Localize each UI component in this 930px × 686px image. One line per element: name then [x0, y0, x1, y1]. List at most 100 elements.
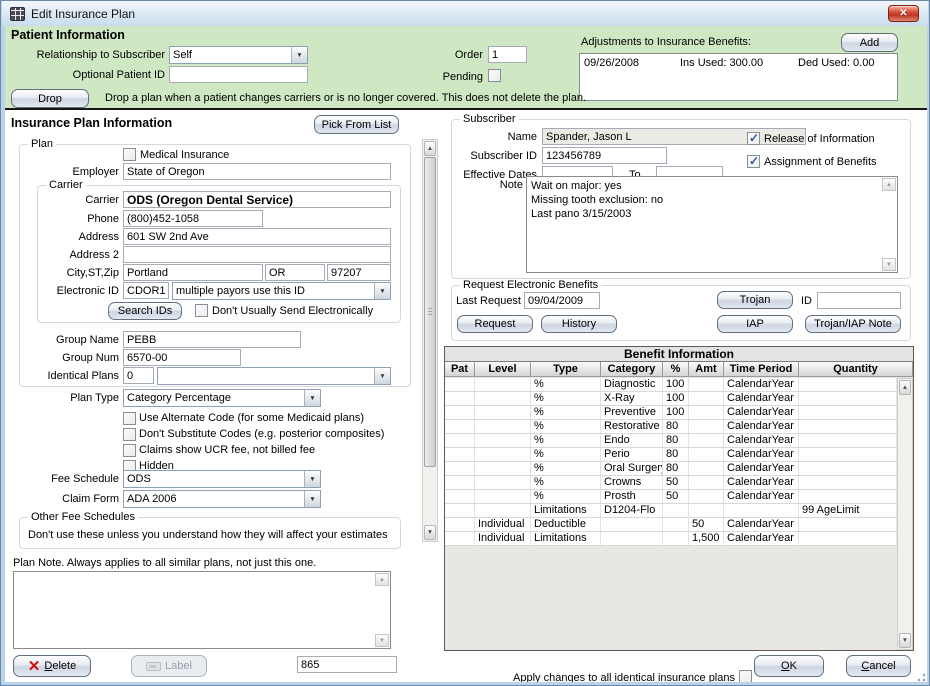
fee-schedule-combo[interactable]: ODS: [123, 470, 321, 488]
plan-option-label: Don't Substitute Codes (e.g. posterior c…: [139, 428, 384, 441]
chevron-down-icon[interactable]: [304, 491, 320, 507]
relationship-combo[interactable]: Self: [169, 46, 308, 64]
address-field[interactable]: [123, 228, 391, 245]
identical-plans-field[interactable]: [123, 367, 154, 384]
plan-option-checkbox[interactable]: [123, 412, 136, 425]
chevron-down-icon[interactable]: [304, 471, 320, 487]
scroll-up-icon[interactable]: ▲: [375, 573, 389, 586]
state-field[interactable]: [265, 264, 325, 281]
table-row[interactable]: %Preventive100CalendarYear: [445, 406, 897, 420]
subscriber-name-label: Name: [459, 131, 537, 144]
subscriber-note-textarea[interactable]: Wait on major: yes Missing tooth exclusi…: [526, 176, 898, 273]
scroll-down-icon[interactable]: ▼: [882, 258, 896, 271]
resize-grip[interactable]: [914, 670, 926, 682]
medical-insurance-checkbox[interactable]: [123, 148, 136, 161]
column-header[interactable]: Quantity: [799, 362, 913, 376]
adjustment-row[interactable]: 09/26/2008 Ins Used: 300.00 Ded Used: 0.…: [580, 57, 897, 71]
table-cell: [689, 434, 724, 447]
table-cell: [445, 448, 475, 461]
trojan-button[interactable]: Trojan: [717, 291, 793, 309]
payor-id-combo[interactable]: multiple payors use this ID: [172, 282, 391, 300]
employer-field[interactable]: [123, 163, 391, 180]
carrier-field[interactable]: [123, 191, 391, 208]
iap-button[interactable]: IAP: [717, 315, 793, 333]
chevron-down-icon[interactable]: [304, 390, 320, 406]
zip-field[interactable]: [327, 264, 391, 281]
assignment-of-benefits-checkbox[interactable]: [747, 155, 760, 168]
electronic-id-field[interactable]: [123, 282, 169, 299]
apply-changes-checkbox[interactable]: [739, 670, 752, 682]
adjustments-listbox[interactable]: 09/26/2008 Ins Used: 300.00 Ded Used: 0.…: [579, 53, 898, 101]
column-header[interactable]: Category: [601, 362, 663, 376]
left-panel-scrollbar[interactable]: ▲ ▼: [422, 139, 438, 542]
table-row[interactable]: %X-Ray100CalendarYear: [445, 392, 897, 406]
scroll-down-icon[interactable]: ▼: [375, 634, 389, 647]
search-ids-button[interactable]: Search IDs: [108, 302, 182, 320]
dont-send-electronically-checkbox[interactable]: [195, 304, 208, 317]
scroll-up-icon[interactable]: ▲: [882, 178, 896, 191]
table-cell: [689, 490, 724, 503]
city-field[interactable]: [123, 264, 263, 281]
column-header[interactable]: Type: [531, 362, 601, 376]
claim-form-combo[interactable]: ADA 2006: [123, 490, 321, 508]
chevron-down-icon[interactable]: [374, 283, 390, 299]
benefit-grid-scrollbar[interactable]: ▲ ▼: [897, 378, 913, 650]
last-request-field[interactable]: [524, 292, 600, 309]
chevron-down-icon[interactable]: [291, 47, 307, 63]
table-cell: CalendarYear: [724, 420, 799, 433]
table-row[interactable]: IndividualLimitations1,500CalendarYear: [445, 532, 897, 546]
plan-note-textarea[interactable]: ▲ ▼: [13, 571, 391, 649]
table-row[interactable]: %Restorative80CalendarYear: [445, 420, 897, 434]
table-row[interactable]: LimitationsD1204-Flo99 AgeLimit: [445, 504, 897, 518]
table-cell: [663, 518, 689, 531]
delete-button[interactable]: ✕ Delete: [13, 655, 91, 677]
plan-option-checkbox[interactable]: [123, 444, 136, 457]
table-row[interactable]: %Diagnostic100CalendarYear: [445, 378, 897, 392]
table-row[interactable]: %Perio80CalendarYear: [445, 448, 897, 462]
request-button[interactable]: Request: [457, 315, 533, 333]
table-row[interactable]: %Prosth50CalendarYear: [445, 490, 897, 504]
phone-field[interactable]: [123, 210, 263, 227]
scroll-up-icon[interactable]: ▲: [899, 380, 911, 395]
scroll-down-icon[interactable]: ▼: [424, 525, 436, 540]
address2-field[interactable]: [123, 246, 391, 263]
table-cell: [445, 378, 475, 391]
ok-button[interactable]: OK: [754, 655, 824, 677]
history-button[interactable]: History: [541, 315, 617, 333]
table-row[interactable]: %Crowns50CalendarYear: [445, 476, 897, 490]
drop-button[interactable]: Drop: [11, 89, 89, 108]
table-cell: CalendarYear: [724, 406, 799, 419]
column-header[interactable]: Level: [475, 362, 531, 376]
table-row[interactable]: IndividualDeductible50CalendarYear: [445, 518, 897, 532]
plan-number-field[interactable]: [297, 656, 397, 673]
pick-from-list-button[interactable]: Pick From List: [314, 115, 399, 134]
column-header[interactable]: Amt: [689, 362, 724, 376]
trojan-id-field[interactable]: [817, 292, 901, 309]
label-button[interactable]: Label: [131, 655, 207, 677]
table-cell: [445, 420, 475, 433]
column-header[interactable]: Pat: [445, 362, 475, 376]
optional-patient-id-field[interactable]: [169, 66, 308, 83]
column-header[interactable]: Time Period: [724, 362, 799, 376]
chevron-down-icon[interactable]: [374, 368, 390, 384]
table-cell: CalendarYear: [724, 392, 799, 405]
plan-option-checkbox[interactable]: [123, 428, 136, 441]
column-header[interactable]: %: [663, 362, 689, 376]
close-button[interactable]: ✕: [888, 5, 919, 22]
plan-note-label: Plan Note. Always applies to all similar…: [13, 557, 316, 570]
trojan-iap-note-button[interactable]: Trojan/IAP Note: [805, 315, 901, 333]
subscriber-id-field[interactable]: [542, 147, 667, 164]
identical-plans-combo[interactable]: [157, 367, 391, 385]
group-name-field[interactable]: [123, 331, 301, 348]
order-field[interactable]: [488, 46, 527, 63]
scroll-down-icon[interactable]: ▼: [899, 633, 911, 648]
plan-type-combo[interactable]: Category Percentage: [123, 389, 321, 407]
cancel-button[interactable]: Cancel: [846, 655, 911, 677]
table-row[interactable]: %Endo80CalendarYear: [445, 434, 897, 448]
release-of-information-checkbox[interactable]: [747, 132, 760, 145]
scrollbar-thumb[interactable]: [424, 157, 436, 467]
pending-checkbox[interactable]: [488, 69, 501, 82]
table-row[interactable]: %Oral Surgery80CalendarYear: [445, 462, 897, 476]
group-num-field[interactable]: [123, 349, 241, 366]
add-adjustment-button[interactable]: Add: [841, 33, 898, 52]
